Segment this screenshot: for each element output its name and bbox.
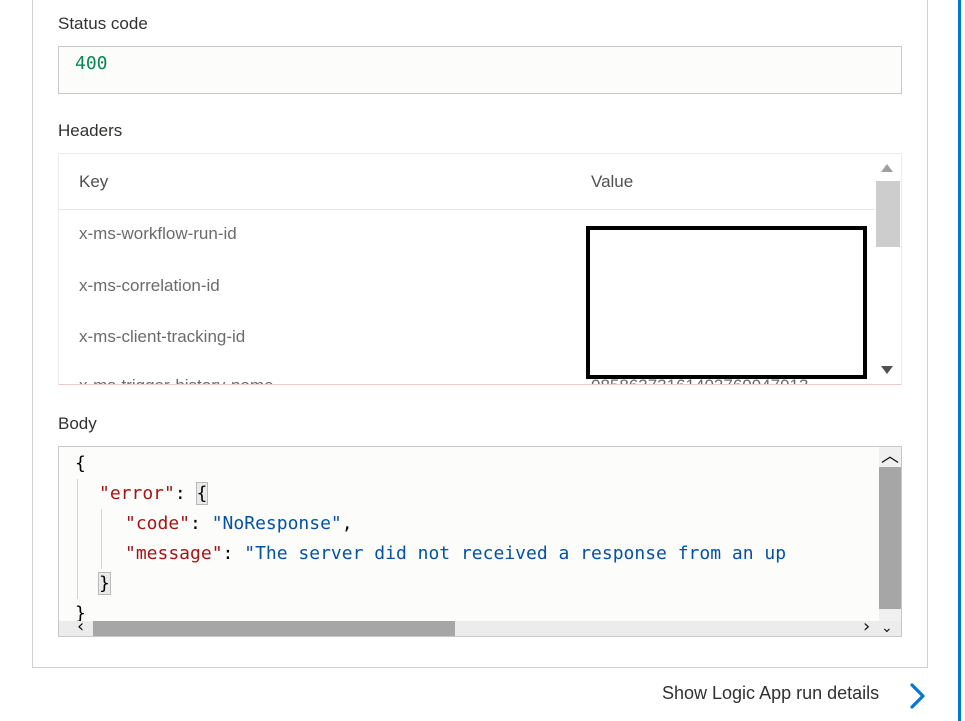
code-line: "message": "The server did not received … bbox=[125, 543, 787, 564]
status-code-field: 400 bbox=[58, 46, 902, 94]
body-label: Body bbox=[58, 414, 97, 433]
column-header-key: Key bbox=[79, 172, 109, 191]
headers-vertical-scrollbar[interactable] bbox=[875, 154, 901, 384]
status-code-value: 400 bbox=[75, 53, 108, 74]
body-vertical-scrollbar[interactable]: ︿ bbox=[879, 447, 901, 621]
show-run-details-link[interactable]: Show Logic App run details bbox=[662, 683, 879, 704]
right-panel-border bbox=[958, 0, 961, 721]
code-content: { "error": { "code": "NoResponse", "mess… bbox=[59, 447, 879, 621]
indent-guide bbox=[101, 509, 102, 569]
headers-table-header: Key Value bbox=[59, 154, 875, 210]
scrollbar-thumb[interactable] bbox=[876, 181, 900, 247]
scrollbar-thumb[interactable] bbox=[93, 621, 455, 636]
code-line: { bbox=[75, 453, 86, 474]
indent-guide bbox=[77, 479, 78, 599]
code-line: } bbox=[98, 572, 111, 595]
header-key: x-ms-client-tracking-id bbox=[79, 327, 246, 346]
header-key: x-ms-workflow-run-id bbox=[79, 224, 237, 243]
chevron-right-small-icon[interactable]: › bbox=[863, 617, 870, 637]
code-line: "error": { bbox=[99, 482, 209, 505]
chevron-left-icon[interactable]: ‹ bbox=[77, 617, 84, 637]
header-key: x-ms-trigger-history-name bbox=[79, 376, 274, 384]
column-header-value: Value bbox=[591, 172, 634, 191]
caret-up-icon[interactable] bbox=[881, 164, 893, 172]
chevron-right-icon[interactable] bbox=[907, 682, 929, 710]
body-horizontal-scrollbar[interactable]: ‹ › ⌄ bbox=[59, 617, 901, 636]
chevron-down-icon[interactable]: ⌄ bbox=[881, 618, 893, 636]
code-line: "code": "NoResponse", bbox=[125, 513, 353, 534]
status-code-label: Status code bbox=[58, 14, 148, 33]
headers-label: Headers bbox=[58, 121, 123, 140]
body-code-viewer[interactable]: { "error": { "code": "NoResponse", "mess… bbox=[58, 446, 902, 637]
caret-down-icon[interactable] bbox=[881, 366, 893, 374]
header-key: x-ms-correlation-id bbox=[79, 276, 220, 295]
scrollbar-thumb[interactable] bbox=[879, 467, 901, 609]
chevron-up-icon[interactable]: ︿ bbox=[881, 447, 899, 467]
redaction-box bbox=[586, 226, 867, 379]
